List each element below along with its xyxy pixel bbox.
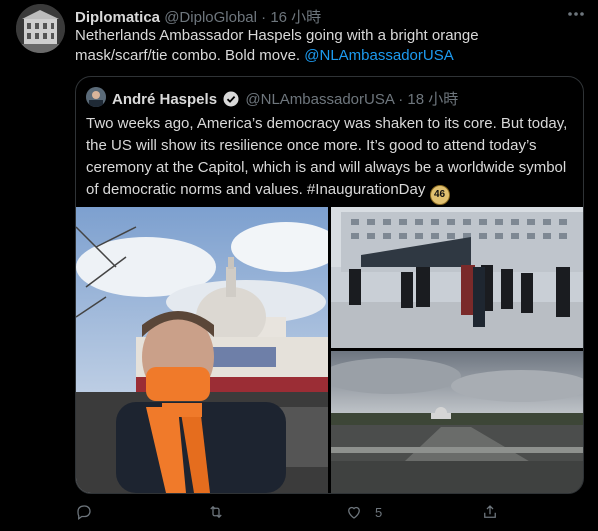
inauguration-badge-icon: 46	[429, 185, 450, 205]
separator: ·	[261, 9, 267, 26]
photo-ambassador-capitol[interactable]	[76, 207, 328, 493]
tweet-header: Diplomatica @DiploGlobal · 16 小時	[75, 6, 321, 27]
handle[interactable]: @DiploGlobal	[164, 9, 257, 26]
verified-badge-icon	[223, 91, 239, 107]
more-horizontal-icon[interactable]	[566, 6, 586, 22]
heart-icon	[348, 506, 360, 519]
tweet[interactable]: Diplomatica @DiploGlobal · 16 小時 Netherl…	[0, 0, 598, 531]
timestamp[interactable]: 16 小時	[270, 9, 321, 26]
quoted-text: Two weeks ago, America’s democracy was s…	[86, 113, 576, 205]
media-grid	[76, 207, 583, 493]
like-button[interactable]: 5	[345, 500, 382, 524]
reply-icon	[77, 505, 91, 521]
share-icon	[484, 505, 496, 518]
quoted-separator: ·	[398, 91, 404, 108]
quoted-timestamp[interactable]: 18 小時	[407, 91, 458, 108]
quoted-handle[interactable]: @NLAmbassadorUSA	[245, 91, 394, 108]
display-name[interactable]: Diplomatica	[75, 9, 160, 26]
tweet-text: Netherlands Ambassador Haspels going wit…	[75, 26, 575, 66]
like-count: 5	[375, 504, 383, 520]
quoted-header: André Haspels @NLAmbassadorUSA · 18 小時	[112, 88, 458, 109]
action-bar: 5	[75, 500, 515, 524]
photo-national-mall[interactable]	[331, 351, 583, 493]
quoted-avatar[interactable]	[86, 87, 106, 107]
quoted-tweet[interactable]: André Haspels @NLAmbassadorUSA · 18 小時 T…	[75, 76, 584, 494]
quoted-display-name[interactable]: André Haspels	[112, 91, 217, 108]
photo-state-department[interactable]	[331, 207, 583, 348]
avatar[interactable]	[16, 4, 65, 53]
quoted-body: Two weeks ago, America’s democracy was s…	[86, 115, 568, 198]
retweet-icon	[210, 505, 222, 519]
reply-button[interactable]	[75, 500, 105, 524]
mention-link[interactable]: @NLAmbassadorUSA	[304, 47, 453, 64]
retweet-button[interactable]	[207, 500, 237, 524]
share-button[interactable]	[481, 500, 511, 524]
